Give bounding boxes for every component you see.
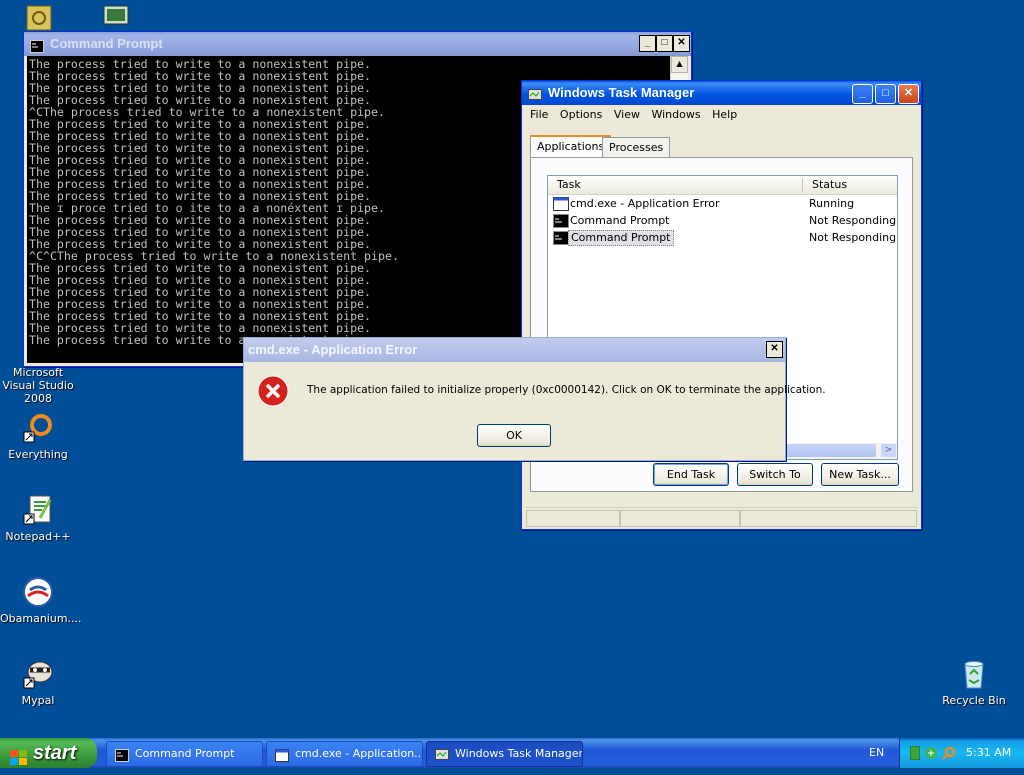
- task-name: cmd.exe - Application Error: [570, 197, 720, 210]
- task-manager-title: Windows Task Manager: [548, 85, 695, 100]
- taskbar-button-command-prompt[interactable]: Command Prompt: [106, 741, 263, 767]
- console-icon: [30, 37, 44, 53]
- window-app-icon: [275, 747, 289, 762]
- taskbar-button-app-error[interactable]: cmd.exe - Application...: [266, 741, 423, 767]
- taskbar-button-task-manager[interactable]: Windows Task Manager: [426, 741, 583, 767]
- column-status[interactable]: Status: [812, 176, 847, 194]
- maximize-button[interactable]: □: [656, 35, 673, 52]
- windows-logo-icon: [10, 745, 27, 775]
- close-button[interactable]: ✕: [898, 84, 919, 104]
- desktop-icon-label: Everything: [8, 448, 68, 461]
- clock[interactable]: 5:31 AM: [966, 746, 1011, 759]
- task-name: Command Prompt: [570, 214, 670, 227]
- new-task-button[interactable]: New Task...: [821, 463, 899, 486]
- maximize-button[interactable]: □: [875, 84, 896, 104]
- task-manager-icon: [528, 86, 542, 100]
- switch-to-button[interactable]: Switch To: [737, 463, 813, 486]
- desktop-icon-obamanium[interactable]: Obamanium....: [0, 576, 82, 625]
- close-button[interactable]: ✕: [673, 35, 690, 52]
- recycle-bin-icon: [958, 658, 990, 690]
- status-pane-2: [620, 510, 740, 527]
- taskbar-button-label: Command Prompt: [135, 747, 235, 760]
- task-status: Not Responding: [809, 214, 897, 227]
- error-dialog[interactable]: cmd.exe - Application Error ✕ The applic…: [243, 337, 826, 461]
- menu-view[interactable]: View: [614, 108, 640, 121]
- tray-network-icon[interactable]: [924, 746, 938, 763]
- task-manager-titlebar[interactable]: Windows Task Manager _ □ ✕: [522, 81, 921, 105]
- column-divider[interactable]: [802, 178, 803, 192]
- desktop-icon-notepadpp[interactable]: Notepad++: [0, 494, 76, 543]
- status-pane-3: [740, 510, 917, 527]
- task-status: Not Responding: [809, 231, 897, 244]
- desktop-icon-label: Microsoft Visual Studio 2008: [2, 366, 74, 405]
- task-row[interactable]: cmd.exe - Application Error Running: [551, 196, 891, 212]
- ok-button[interactable]: OK: [477, 424, 551, 447]
- taskbar: start Command Prompt cmd.exe - Applicati…: [0, 738, 1024, 768]
- task-row[interactable]: Command Prompt Not Responding: [551, 213, 896, 229]
- task-row-selected[interactable]: Command Prompt Not Responding: [551, 230, 896, 246]
- taskbar-button-label: Windows Task Manager: [455, 747, 583, 760]
- taskbar-button-label: cmd.exe - Application...: [295, 747, 423, 760]
- menu-windows[interactable]: Windows: [651, 108, 700, 121]
- task-name: Command Prompt: [568, 230, 674, 246]
- notepadpp-icon: [22, 494, 54, 526]
- desktop-icon-label: Notepad++: [5, 530, 71, 543]
- desktop-icon-label: Recycle Bin: [942, 694, 1006, 707]
- column-task[interactable]: Task: [557, 176, 581, 194]
- menu-help[interactable]: Help: [712, 108, 737, 121]
- raccoon-icon: [22, 658, 54, 690]
- tray-search-icon[interactable]: [942, 746, 956, 763]
- start-label: start: [33, 742, 77, 764]
- command-prompt-title: Command Prompt: [50, 36, 163, 51]
- minimize-button[interactable]: _: [639, 35, 656, 52]
- obamanium-icon: [22, 576, 54, 608]
- close-button[interactable]: ✕: [766, 341, 783, 358]
- desktop-icon-mypal[interactable]: Mypal: [0, 658, 76, 707]
- error-icon: [257, 375, 289, 410]
- desktop-icon-label: Mypal: [21, 694, 55, 707]
- tray-green-icon[interactable]: [909, 745, 921, 763]
- tab-applications[interactable]: Applications: [530, 135, 612, 158]
- end-task-button[interactable]: End Task: [653, 463, 729, 486]
- task-list-header: Task Status: [548, 176, 897, 195]
- error-dialog-titlebar[interactable]: cmd.exe - Application Error ✕: [244, 338, 785, 362]
- desktop-icon-label: Obamanium....: [0, 612, 82, 625]
- status-bar: [524, 507, 919, 527]
- console-icon: [553, 231, 569, 250]
- desktop-icon-recycle-bin[interactable]: Recycle Bin: [936, 658, 1012, 707]
- task-manager-icon: [435, 747, 449, 760]
- desktop-icon-visual-studio[interactable]: Microsoft Visual Studio 2008: [0, 366, 76, 405]
- system-tray: 5:31 AM: [899, 738, 1024, 768]
- minimize-button[interactable]: _: [852, 84, 873, 104]
- error-dialog-title: cmd.exe - Application Error: [248, 342, 418, 357]
- start-button[interactable]: start: [0, 738, 97, 768]
- menu-options[interactable]: Options: [560, 108, 602, 121]
- everything-icon: [22, 412, 54, 444]
- tab-processes[interactable]: Processes: [602, 137, 671, 157]
- error-message: The application failed to initialize pro…: [307, 384, 826, 396]
- desktop-icon-everything[interactable]: Everything: [0, 412, 76, 461]
- scroll-right-arrow-icon[interactable]: >: [881, 444, 896, 457]
- console-icon: [115, 747, 129, 762]
- status-pane-1: [526, 510, 620, 527]
- scroll-up-arrow-icon[interactable]: ▲: [671, 56, 688, 73]
- task-status: Running: [809, 197, 855, 210]
- menu-bar: File Options View Windows Help: [522, 105, 921, 125]
- task-manager-window[interactable]: Windows Task Manager _ □ ✕ File Options …: [521, 80, 922, 530]
- menu-file[interactable]: File: [530, 108, 548, 121]
- language-indicator[interactable]: EN: [869, 746, 884, 759]
- command-prompt-titlebar[interactable]: Command Prompt _ □ ✕: [24, 32, 691, 56]
